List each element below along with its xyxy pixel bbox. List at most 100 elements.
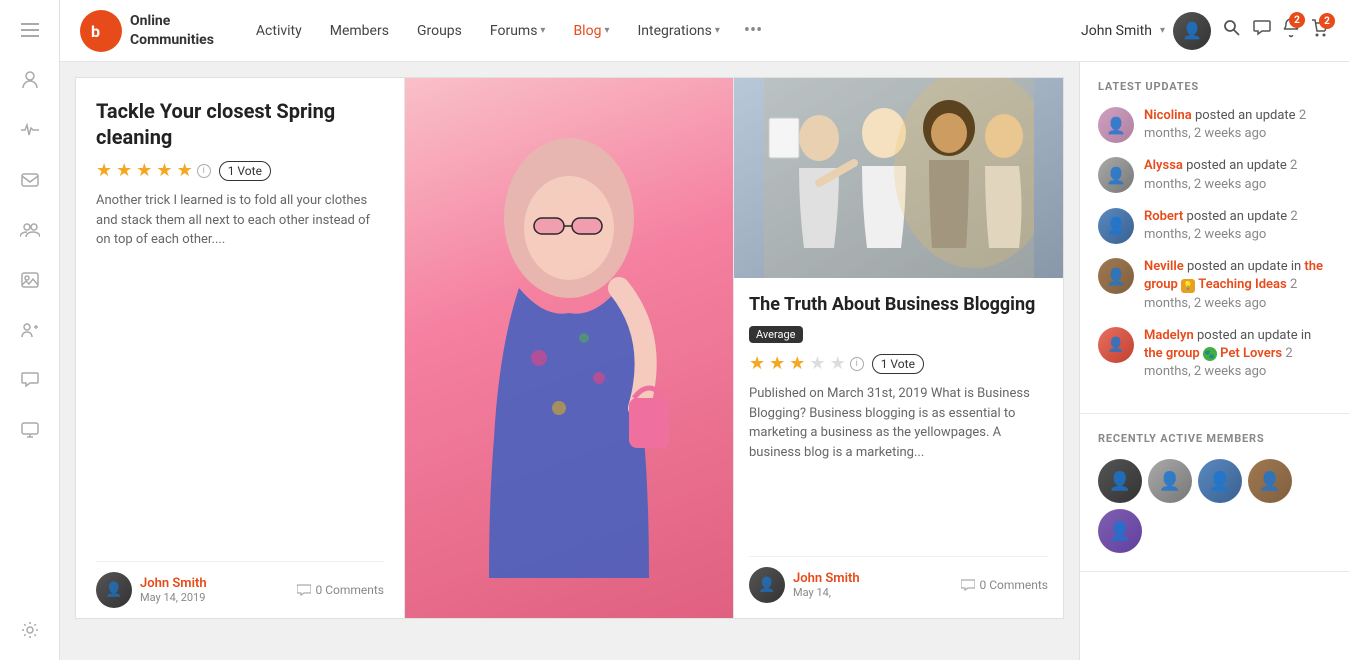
nav-forums[interactable]: Forums ▾ — [478, 15, 558, 47]
comment-count-1[interactable]: 0 Comments — [297, 583, 384, 597]
the-group-link-5[interactable]: the group — [1144, 346, 1200, 361]
update-user-4[interactable]: Neville — [1144, 259, 1184, 274]
messages-button[interactable] — [1253, 20, 1271, 41]
right-sidebar: LATEST UPDATES 👤 Nicolina posted an upda… — [1079, 62, 1349, 660]
monitor-icon[interactable] — [15, 415, 45, 445]
member-avatar-4[interactable]: 👤 — [1248, 459, 1292, 503]
envelope-icon[interactable] — [15, 165, 45, 195]
blog-card-3-title[interactable]: The Truth About Business Blogging — [749, 293, 1048, 316]
top-nav: b Online Communities Activity Members Gr… — [60, 0, 1349, 62]
author-name-1[interactable]: John Smith — [140, 576, 289, 591]
cart-badge: 2 — [1319, 13, 1335, 29]
recently-active-title: RECENTLY ACTIVE MEMBERS — [1098, 432, 1331, 445]
update-text-5: Madelyn posted an update in the group 🐾 … — [1144, 327, 1331, 382]
vote-badge-1[interactable]: 1 Vote — [219, 161, 271, 181]
pet-lovers-icon: 🐾 — [1203, 347, 1217, 361]
update-avatar-4: 👤 — [1098, 258, 1134, 294]
rating-info-icon[interactable]: i — [197, 164, 211, 178]
nav-more-button[interactable]: ••• — [736, 12, 770, 49]
user-icon[interactable] — [15, 65, 45, 95]
search-button[interactable] — [1223, 19, 1241, 42]
update-avatar-2: 👤 — [1098, 157, 1134, 193]
cart-button[interactable]: 2 — [1311, 19, 1329, 42]
blog-card-3-footer: 👤 John Smith May 14, 0 Comments — [749, 546, 1048, 603]
group-name-4[interactable]: Teaching Ideas — [1198, 277, 1286, 292]
blog-card-1-rating: ★ ★ ★ ★ ★ i 1 Vote — [96, 160, 384, 181]
chat-icon[interactable] — [15, 365, 45, 395]
blog-card-1-title[interactable]: Tackle Your closest Spring cleaning — [96, 98, 384, 150]
blog-card-1: Tackle Your closest Spring cleaning ★ ★ … — [76, 78, 405, 618]
member-avatar-2[interactable]: 👤 — [1148, 459, 1192, 503]
update-user-1[interactable]: Nicolina — [1144, 108, 1192, 123]
blog-card-3: The Truth About Business Blogging Averag… — [734, 78, 1063, 618]
app-layout: b Online Communities Activity Members Gr… — [0, 0, 1349, 660]
main-content: b Online Communities Activity Members Gr… — [60, 0, 1349, 660]
notifications-badge: 2 — [1289, 12, 1305, 28]
teaching-ideas-icon: 💡 — [1181, 279, 1195, 293]
integrations-chevron-icon: ▾ — [715, 25, 720, 36]
group-name-5[interactable]: Pet Lovers — [1220, 346, 1282, 361]
update-user-3[interactable]: Robert — [1144, 209, 1183, 224]
blog-card-1-footer: 👤 John Smith May 14, 2019 0 Comments — [96, 551, 384, 618]
update-item-5: 👤 Madelyn posted an update in the group … — [1098, 327, 1331, 382]
update-action-5: posted an update in — [1197, 328, 1311, 343]
update-action-4: posted an update in — [1187, 259, 1304, 274]
update-avatar-3: 👤 — [1098, 208, 1134, 244]
logo-icon: b — [80, 10, 122, 52]
activity-icon[interactable] — [15, 115, 45, 145]
hamburger-icon[interactable] — [15, 15, 45, 45]
update-text-4: Neville posted an update in the group 💡 … — [1144, 258, 1331, 313]
blog-grid: Tackle Your closest Spring cleaning ★ ★ … — [75, 77, 1064, 619]
group-icon-4: 💡 — [1181, 279, 1195, 293]
star3-3: ★ — [789, 353, 805, 374]
blog-chevron-icon: ▾ — [604, 25, 609, 36]
user-avatar-img: 👤 — [1173, 12, 1211, 50]
star3-5: ★ — [830, 353, 846, 374]
nav-blog[interactable]: Blog ▾ — [561, 15, 621, 47]
image-icon[interactable] — [15, 265, 45, 295]
friends-icon[interactable] — [15, 315, 45, 345]
groups-icon[interactable] — [15, 215, 45, 245]
vote-badge-3[interactable]: 1 Vote — [872, 354, 924, 374]
blog-card-3-rating: ★ ★ ★ ★ ★ i 1 Vote — [749, 353, 1048, 374]
update-user-2[interactable]: Alyssa — [1144, 158, 1183, 173]
update-text-3: Robert posted an update 2 months, 2 week… — [1144, 208, 1331, 244]
logo-text: Online Communities — [130, 12, 214, 48]
update-item-4: 👤 Neville posted an update in the group … — [1098, 258, 1331, 313]
author-name-3[interactable]: John Smith — [793, 571, 953, 586]
member-avatar-3[interactable]: 👤 — [1198, 459, 1242, 503]
star-5: ★ — [177, 160, 193, 181]
star3-2: ★ — [769, 353, 785, 374]
blog-card-2-image — [405, 78, 733, 618]
update-action-3: posted an update — [1187, 209, 1288, 224]
blog-card-2 — [405, 78, 734, 618]
nav-integrations[interactable]: Integrations ▾ — [625, 15, 731, 47]
author-date-3: May 14, — [793, 586, 953, 599]
svg-text:b: b — [91, 22, 100, 41]
nav-groups[interactable]: Groups — [405, 15, 474, 47]
content-area: Tackle Your closest Spring cleaning ★ ★ … — [60, 62, 1349, 660]
nav-items: Activity Members Groups Forums ▾ Blog ▾ … — [244, 12, 1071, 49]
blog-card-3-body: The Truth About Business Blogging Averag… — [734, 278, 1063, 618]
blog-container: Tackle Your closest Spring cleaning ★ ★ … — [60, 62, 1079, 660]
blog-card-3-excerpt: Published on March 31st, 2019 What is Bu… — [749, 384, 1048, 462]
author-avatar-3: 👤 — [749, 567, 785, 603]
comment-count-3[interactable]: 0 Comments — [961, 578, 1048, 592]
author-date-1: May 14, 2019 — [140, 591, 289, 604]
rating-info-icon-3[interactable]: i — [850, 357, 864, 371]
user-menu[interactable]: John Smith ▾ 👤 — [1081, 12, 1211, 50]
blog-card-3-tooltip-container: Average — [749, 326, 1048, 347]
nav-members[interactable]: Members — [318, 15, 401, 47]
nav-right: John Smith ▾ 👤 2 — [1081, 12, 1329, 50]
logo-area[interactable]: b Online Communities — [80, 10, 214, 52]
notifications-button[interactable]: 2 — [1283, 18, 1299, 43]
author-avatar-1: 👤 — [96, 572, 132, 608]
member-avatar-1[interactable]: 👤 — [1098, 459, 1142, 503]
update-user-5[interactable]: Madelyn — [1144, 328, 1194, 343]
update-item-1: 👤 Nicolina posted an update 2 months, 2 … — [1098, 107, 1331, 143]
members-row: 👤 👤 👤 👤 👤 — [1098, 459, 1331, 553]
member-avatar-5[interactable]: 👤 — [1098, 509, 1142, 553]
star3-1: ★ — [749, 353, 765, 374]
nav-activity[interactable]: Activity — [244, 15, 314, 47]
gear-icon[interactable] — [15, 615, 45, 645]
